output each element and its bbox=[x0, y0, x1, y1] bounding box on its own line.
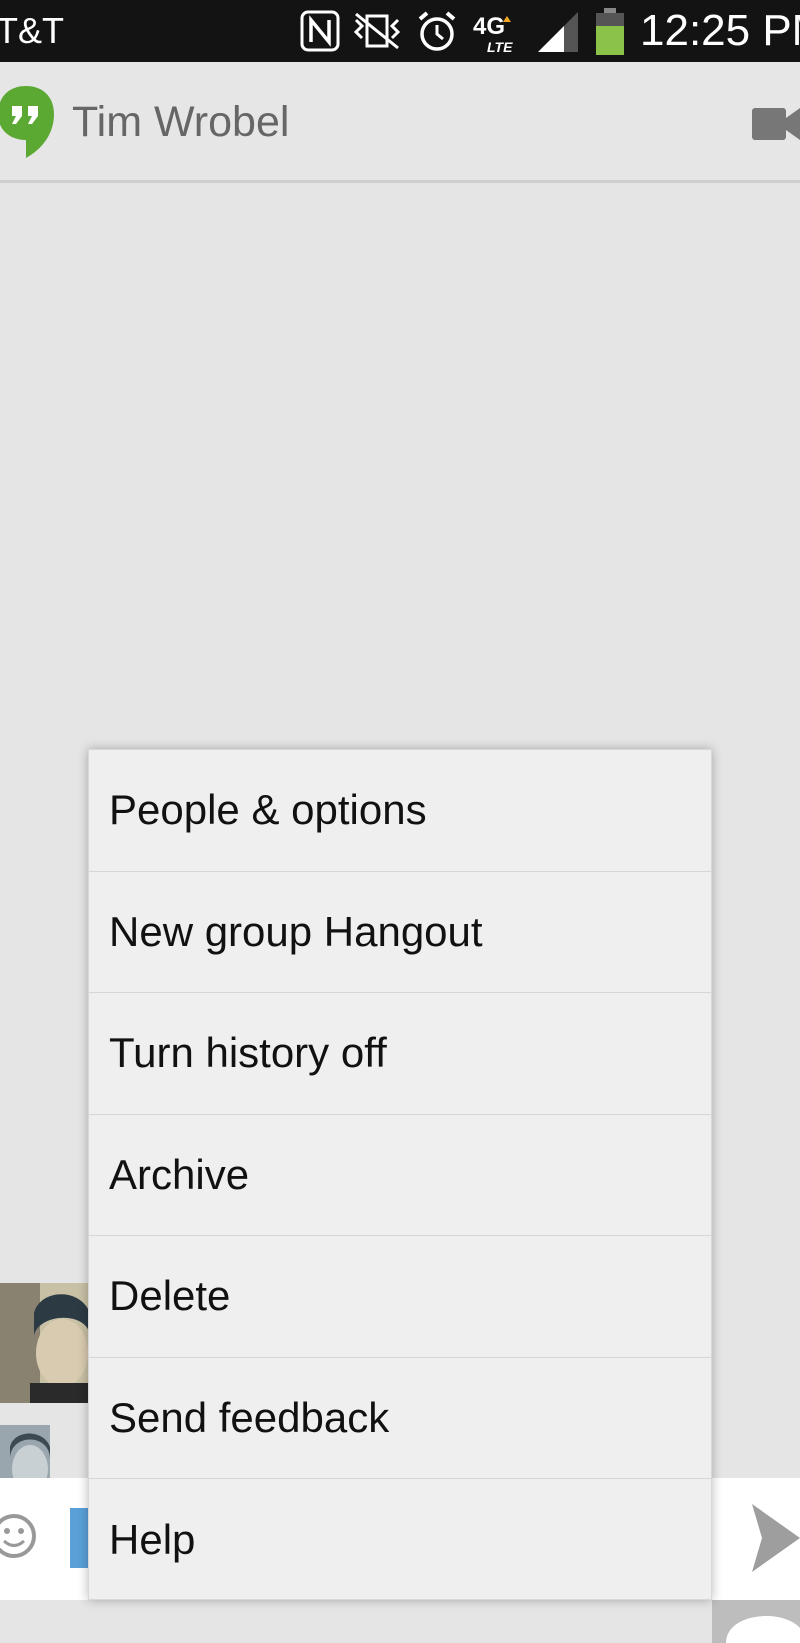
menu-item-delete[interactable]: Delete bbox=[89, 1236, 711, 1358]
carrier-label: T&T bbox=[0, 10, 64, 51]
svg-text:LTE: LTE bbox=[487, 39, 513, 54]
contact-avatar[interactable] bbox=[0, 1283, 90, 1403]
signal-icon bbox=[536, 10, 582, 59]
action-bar: Tim Wrobel bbox=[0, 62, 800, 183]
menu-item-new-group-hangout[interactable]: New group Hangout bbox=[89, 872, 711, 993]
video-call-icon[interactable] bbox=[750, 104, 800, 149]
alarm-icon bbox=[415, 10, 459, 59]
emoji-icon[interactable] bbox=[0, 1506, 42, 1571]
hangouts-logo-icon[interactable] bbox=[0, 82, 58, 167]
overflow-menu: People & options New group Hangout Turn … bbox=[88, 749, 712, 1600]
send-icon[interactable] bbox=[752, 1498, 800, 1583]
menu-item-send-feedback[interactable]: Send feedback bbox=[89, 1358, 711, 1479]
nfc-icon bbox=[300, 10, 340, 57]
clock: 12:25 PM bbox=[640, 6, 800, 55]
menu-item-archive[interactable]: Archive bbox=[89, 1115, 711, 1236]
contact-name[interactable]: Tim Wrobel bbox=[72, 98, 289, 147]
attach-icon[interactable] bbox=[70, 1508, 88, 1568]
menu-item-turn-history-off[interactable]: Turn history off bbox=[89, 993, 711, 1115]
battery-icon bbox=[594, 8, 626, 61]
4g-lte-icon: 4G LTE bbox=[473, 10, 523, 59]
menu-item-people-options[interactable]: People & options bbox=[89, 750, 711, 872]
vibrate-icon bbox=[352, 10, 402, 57]
svg-text:4G: 4G bbox=[473, 13, 505, 40]
status-bar: T&T 4G LTE 12:25 P bbox=[0, 0, 800, 62]
menu-item-help[interactable]: Help bbox=[89, 1479, 711, 1601]
